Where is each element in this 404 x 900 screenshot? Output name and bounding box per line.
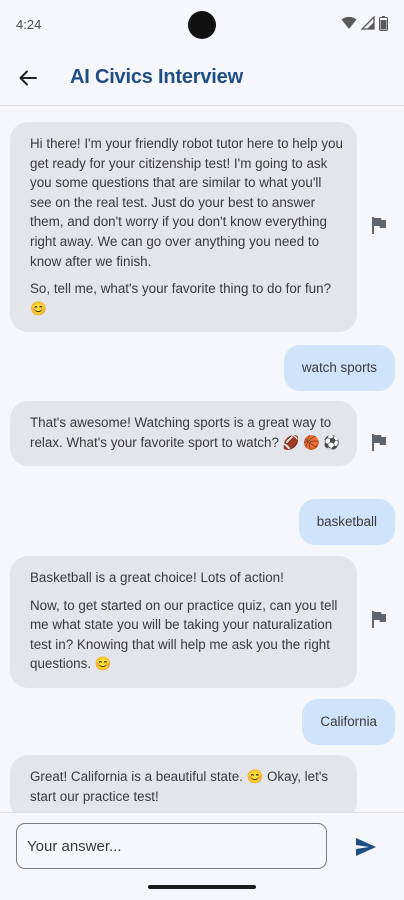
camera-cutout — [188, 11, 216, 39]
bot-message: That's awesome! Watching sports is a gre… — [10, 401, 357, 467]
bot-message: Great! California is a beautiful state. … — [10, 755, 357, 812]
answer-input[interactable] — [16, 823, 327, 869]
message-text: Great! California is a beautiful state. … — [30, 769, 329, 804]
message-text: Now, to get started on our practice quiz… — [30, 597, 338, 672]
flag-button[interactable] — [368, 214, 390, 236]
message-text: Hi there! I'm your friendly robot tutor … — [30, 136, 343, 269]
status-icons — [341, 15, 388, 31]
flag-icon — [372, 216, 386, 234]
status-bar: 4:24 — [0, 0, 404, 50]
message-text: watch sports — [301, 360, 377, 375]
user-message: California — [302, 699, 395, 745]
send-button[interactable] — [352, 833, 380, 861]
message-text: Basketball is a great choice! Lots of ac… — [30, 570, 284, 585]
send-icon — [356, 838, 376, 856]
back-button[interactable] — [14, 64, 42, 92]
message-text: So, tell me, what's your favorite thing … — [30, 281, 332, 316]
flag-icon — [372, 433, 386, 451]
bot-message: Basketball is a great choice! Lots of ac… — [10, 556, 357, 688]
wifi-icon — [341, 16, 357, 29]
message-text: basketball — [316, 514, 377, 529]
page-title: AI Civics Interview — [70, 66, 243, 88]
message-text: That's awesome! Watching sports is a gre… — [30, 415, 341, 450]
flag-icon — [372, 610, 386, 628]
home-indicator[interactable] — [148, 885, 256, 889]
message-text: California — [320, 714, 377, 729]
cell-signal-icon — [361, 16, 375, 30]
user-message: basketball — [298, 499, 395, 545]
chat-list[interactable]: Hi there! I'm your friendly robot tutor … — [0, 107, 404, 812]
input-bar — [0, 812, 404, 874]
bot-message: Hi there! I'm your friendly robot tutor … — [10, 122, 357, 333]
status-time: 4:24 — [16, 17, 42, 32]
flag-button[interactable] — [368, 431, 390, 453]
battery-icon — [379, 15, 388, 31]
user-message: watch sports — [283, 345, 395, 391]
app-bar: AI Civics Interview — [0, 50, 404, 106]
flag-button[interactable] — [368, 608, 390, 630]
arrow-back-icon — [19, 70, 37, 86]
